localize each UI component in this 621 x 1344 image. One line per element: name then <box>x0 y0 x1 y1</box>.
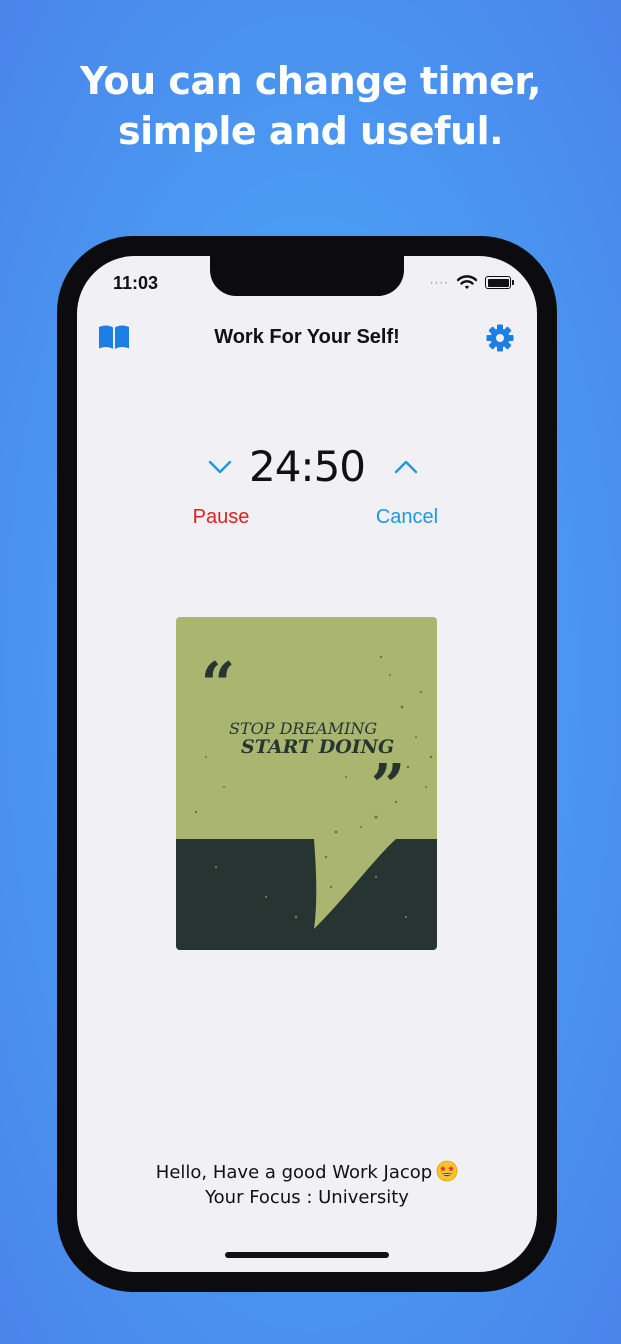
phone-screen: 11:03 ···· Work For Your Self! 24:50 Pau… <box>77 256 537 1272</box>
open-quote: “ <box>201 650 236 720</box>
poster-image: “ STOP DREAMING START DOING ” <box>176 617 437 950</box>
greeting-text: Hello, Have a good Work Jacop <box>155 1162 433 1183</box>
nav-title: Work For Your Self! <box>214 326 400 348</box>
signal-dots-icon: ···· <box>429 275 449 290</box>
close-quote: ” <box>371 752 406 822</box>
battery-icon <box>485 276 514 289</box>
status-time: 11:03 <box>113 273 159 293</box>
focus-line: Your Focus : University <box>205 1187 409 1208</box>
phone-frame: 11:03 ···· Work For Your Self! 24:50 Pau… <box>57 236 557 1292</box>
headline: You can change timer, simple and useful. <box>0 56 621 156</box>
star-struck-emoji-icon <box>436 1160 458 1182</box>
gear-icon <box>486 324 514 352</box>
timer-display: 24:50 <box>248 442 366 491</box>
home-indicator[interactable] <box>225 1252 389 1258</box>
notch <box>210 256 404 296</box>
motivation-poster: “ STOP DREAMING START DOING ” <box>176 617 437 950</box>
headline-line-1: You can change timer, <box>80 59 542 103</box>
status-icons: ···· <box>429 275 514 290</box>
footer-message: Hello, Have a good Work Jacop Your Focus… <box>77 1160 537 1210</box>
greeting-line: Hello, Have a good Work Jacop <box>77 1160 537 1185</box>
pause-button[interactable]: Pause <box>161 506 281 529</box>
headline-line-2: simple and useful. <box>117 109 504 153</box>
cancel-button[interactable]: Cancel <box>347 506 467 529</box>
increase-time-chevron-up-icon[interactable] <box>391 456 421 478</box>
wifi-icon <box>457 275 477 289</box>
settings-button[interactable] <box>485 323 515 353</box>
